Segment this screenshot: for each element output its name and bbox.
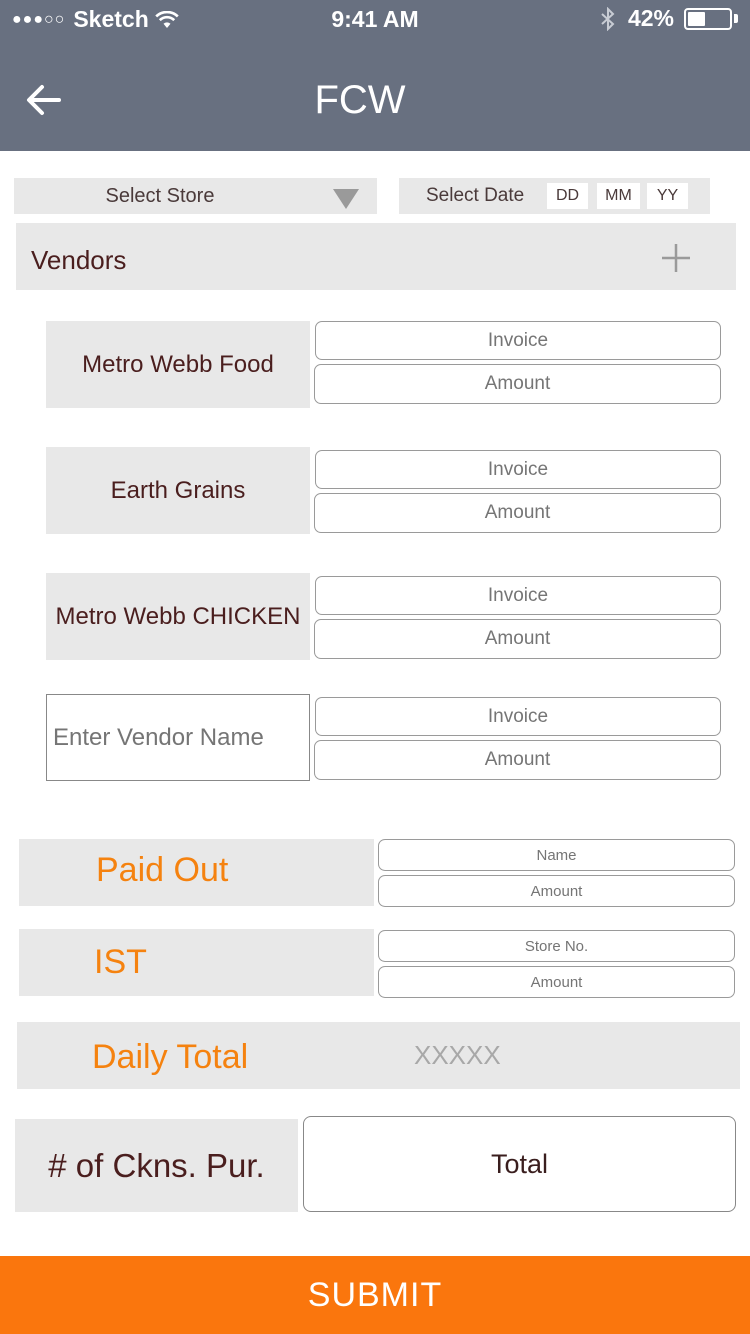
status-right: 42% [600,5,738,32]
vendor-amount-input[interactable] [314,364,721,404]
chickens-purchased-label: # of Ckns. Pur. [15,1119,298,1212]
plus-icon [662,244,690,272]
vendor-name: Metro Webb Food [46,321,310,408]
date-picker: Select Date DD MM YY [399,178,710,214]
store-select[interactable]: Select Store [14,178,377,214]
paid-out-label: Paid Out [96,851,229,889]
daily-total-value: XXXXX [414,1040,501,1070]
vendor-name: Metro Webb CHICKEN [46,573,310,660]
ist-panel: IST [19,929,374,996]
chickens-total-input[interactable]: Total [303,1116,736,1212]
status-bar: ●●●○○ Sketch 9:41 AM 42% [0,0,750,40]
battery-percent: 42% [627,5,674,31]
bluetooth-icon [601,6,615,31]
daily-total-label: Daily Total [92,1038,249,1076]
vendor-invoice-input[interactable] [315,450,721,489]
month-field[interactable]: MM [597,183,640,209]
battery-nub [734,14,738,23]
vendor-amount-input[interactable] [314,619,721,659]
year-field[interactable]: YY [647,183,688,209]
vendors-header: Vendors [16,223,736,290]
paid-out-name-input[interactable] [378,839,735,871]
chevron-down-icon [333,189,359,209]
daily-total-panel: Daily Total XXXXX [17,1022,740,1089]
page-title: FCW [314,78,406,122]
new-vendor-name-input[interactable] [46,694,310,781]
submit-button[interactable]: SUBMIT [0,1256,750,1334]
store-select-label: Select Store [105,185,215,207]
vendor-invoice-input[interactable] [315,697,721,736]
day-field[interactable]: DD [547,183,588,209]
vendor-amount-input[interactable] [314,493,721,533]
vendor-invoice-input[interactable] [315,576,721,615]
paid-out-amount-input[interactable] [378,875,735,907]
nav-bar: FCW [0,40,750,151]
ist-store-input[interactable] [378,930,735,962]
ist-amount-input[interactable] [378,966,735,998]
battery-icon [684,7,732,30]
battery-level [688,11,705,26]
vendor-invoice-input[interactable] [315,321,721,360]
date-label: Select Date [426,185,525,206]
vendor-amount-input[interactable] [314,740,721,780]
vendors-title: Vendors [31,245,127,275]
vendor-name: Earth Grains [46,447,310,534]
paid-out-panel: Paid Out [19,839,374,906]
add-vendor-button[interactable] [656,240,696,276]
ist-label: IST [94,943,147,981]
